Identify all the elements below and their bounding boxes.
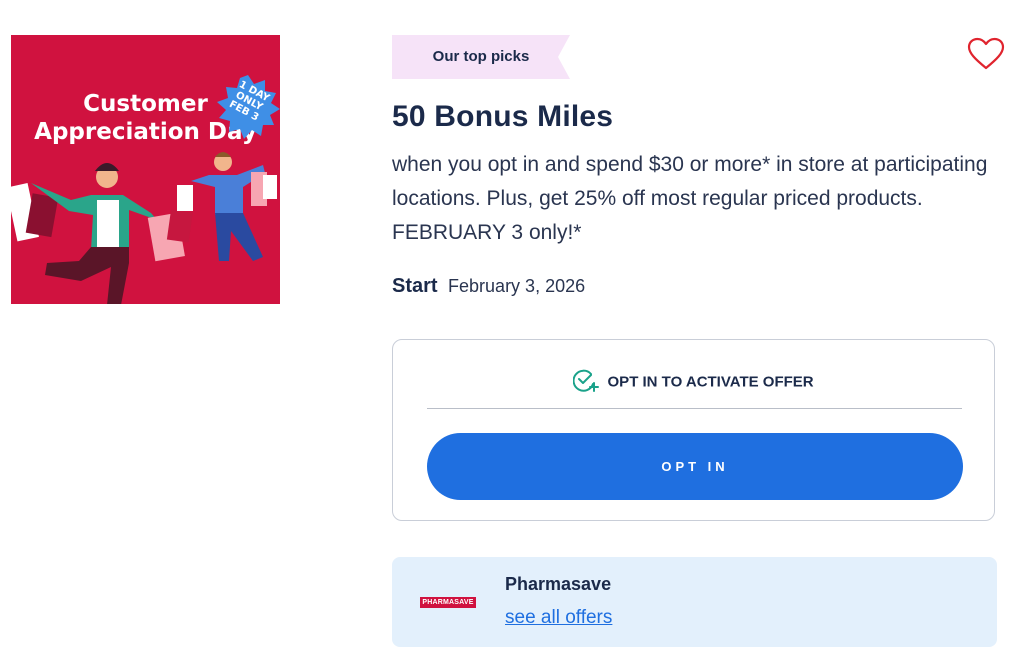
- offer-description: when you opt in and spend $30 or more* i…: [392, 153, 988, 244]
- see-all-offers-link[interactable]: see all offers: [505, 607, 612, 629]
- pharmasave-logo: PHARMASAVE: [420, 597, 476, 608]
- check-plus-icon: [572, 368, 600, 396]
- opt-in-button[interactable]: OPT IN: [427, 433, 963, 500]
- start-date-row: Start February 3, 2026: [392, 275, 585, 298]
- card-divider: [427, 408, 962, 409]
- favorite-button[interactable]: [967, 37, 1005, 71]
- start-label: Start: [392, 275, 438, 297]
- store-panel: PHARMASAVE Pharmasave see all offers: [392, 557, 997, 647]
- start-date: February 3, 2026: [448, 276, 586, 296]
- store-name: Pharmasave: [505, 574, 612, 594]
- opt-in-card: OPT IN TO ACTIVATE OFFER OPT IN: [392, 339, 995, 521]
- ribbon-label: Our top picks: [432, 48, 530, 65]
- promo-image: Customer Appreciation Day 1 DAY ONLY FEB…: [11, 35, 280, 304]
- heart-icon: [967, 37, 1005, 70]
- opt-in-heading-text: OPT IN TO ACTIVATE OFFER: [607, 373, 814, 391]
- offer-title: 50 Bonus Miles: [392, 100, 614, 133]
- opt-in-heading: OPT IN TO ACTIVATE OFFER: [393, 368, 994, 396]
- top-picks-ribbon: Our top picks: [392, 35, 572, 79]
